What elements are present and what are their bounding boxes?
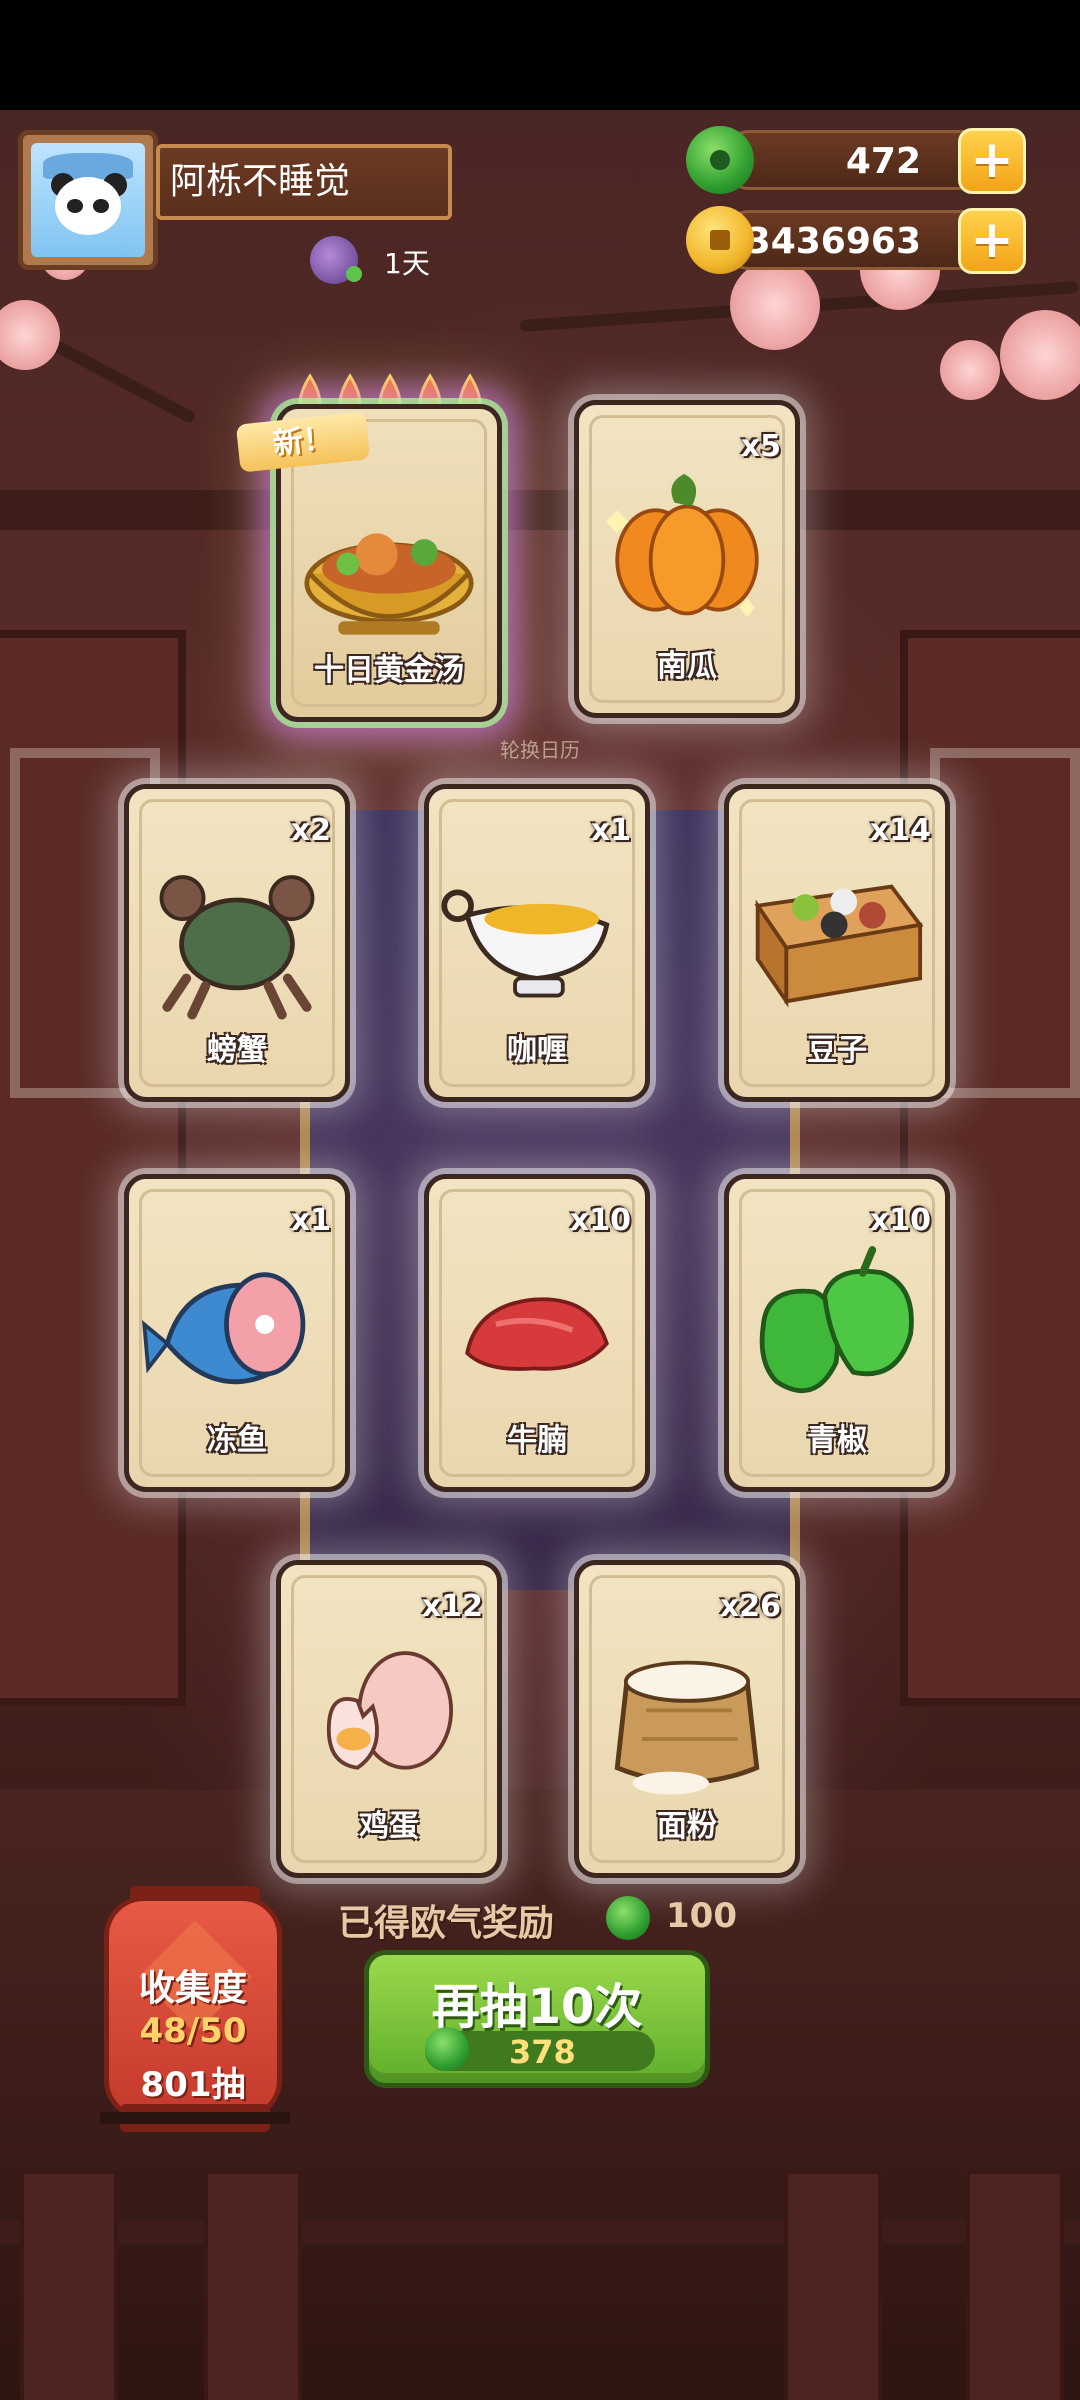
fence-post <box>20 2170 118 2400</box>
draw-again-button[interactable]: 再抽10次 378 <box>364 1950 710 2088</box>
blossom <box>0 300 60 370</box>
item-name: 面粉 <box>657 1809 717 1844</box>
blossom <box>940 340 1000 400</box>
jade-amount: 472 <box>845 141 921 182</box>
item-card[interactable]: x5 南瓜 <box>574 400 800 718</box>
collection-progress: 48/50 <box>139 2011 247 2051</box>
item-name: 咖喱 <box>507 1033 567 1068</box>
item-count: x1 <box>290 1203 331 1238</box>
wall-beam <box>0 490 1080 530</box>
player-name: 阿栎不睡觉 <box>156 144 452 220</box>
fence-post <box>204 2170 302 2400</box>
item-name: 螃蟹 <box>207 1033 267 1068</box>
item-name: 牛腩 <box>507 1423 567 1458</box>
banner-label: 轮换日历 <box>500 738 580 762</box>
item-count: x14 <box>869 813 931 848</box>
fence-rail <box>0 2220 1080 2244</box>
blossom <box>1000 310 1080 400</box>
item-name: 鸡蛋 <box>359 1809 419 1844</box>
lucky-reward-label: 已得欧气奖励 <box>338 1903 555 1944</box>
jade-icon <box>606 1896 650 1940</box>
item-count: x10 <box>569 1203 631 1238</box>
item-card[interactable]: x1 冻鱼 <box>124 1174 350 1492</box>
fence-post <box>966 2170 1064 2400</box>
add-coins-button[interactable]: + <box>958 208 1026 274</box>
days-counter: 1天 <box>384 247 430 280</box>
collection-label: 收集度 <box>138 1968 247 2009</box>
item-name: 豆子 <box>807 1033 867 1068</box>
item-count: x2 <box>290 813 331 848</box>
item-name: 冻鱼 <box>207 1423 267 1458</box>
item-card[interactable]: x2 螃蟹 <box>124 784 350 1102</box>
fence-post <box>784 2170 882 2400</box>
card-name: 十日黄金汤 <box>314 653 464 688</box>
item-card[interactable]: x10 牛腩 <box>424 1174 650 1492</box>
item-count: x10 <box>869 1203 931 1238</box>
jade-icon <box>686 126 754 194</box>
blossom <box>730 260 820 350</box>
player-avatar[interactable] <box>18 130 158 270</box>
draw-cost: 378 <box>509 2033 576 2071</box>
coin-icon <box>686 206 754 274</box>
draw-button-label: 再抽10次 <box>431 1979 643 2035</box>
item-card[interactable]: x14 豆子 <box>724 784 950 1102</box>
companion-icon <box>310 236 362 284</box>
coin-amount: 3436963 <box>745 221 921 262</box>
item-count: x5 <box>740 429 781 464</box>
draw-count: 801抽 <box>140 2065 246 2105</box>
lucky-reward-value: 100 <box>666 1896 737 1936</box>
lantern-stand <box>100 2112 290 2124</box>
item-card[interactable]: x1 咖喱 <box>424 784 650 1102</box>
item-card[interactable]: x12 鸡蛋 <box>276 1560 502 1878</box>
item-count: x26 <box>719 1589 781 1624</box>
item-name: 青椒 <box>807 1423 867 1458</box>
item-card[interactable]: x10 青椒 <box>724 1174 950 1492</box>
item-count: x12 <box>421 1589 483 1624</box>
item-count: x1 <box>590 813 631 848</box>
jade-icon <box>425 2027 469 2071</box>
item-name: 南瓜 <box>657 649 717 684</box>
item-card[interactable]: x26 面粉 <box>574 1560 800 1878</box>
collection-lantern[interactable]: 收集度 48/50 801抽 <box>104 1896 282 2120</box>
add-jade-button[interactable]: + <box>958 128 1026 194</box>
